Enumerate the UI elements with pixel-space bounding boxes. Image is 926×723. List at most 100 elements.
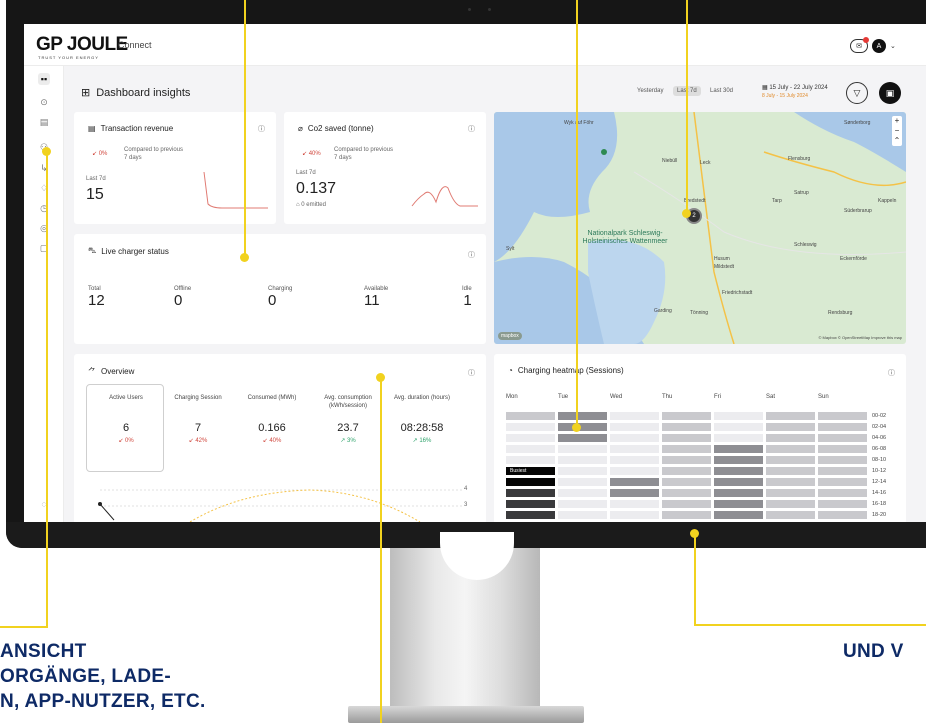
heatmap-cell[interactable] — [610, 467, 659, 475]
heatmap-cell[interactable] — [610, 456, 659, 464]
heatmap-cell[interactable] — [714, 467, 763, 475]
heatmap-cell[interactable] — [714, 478, 763, 486]
heatmap-cell[interactable] — [818, 478, 867, 486]
range-last-30d[interactable]: Last 30d — [710, 88, 733, 94]
chart-icon[interactable]: ↳ — [38, 162, 50, 174]
zoom-out-button[interactable]: − — [892, 126, 902, 136]
heatmap-cell[interactable] — [818, 489, 867, 497]
location-pin-icon[interactable]: ⊙ — [38, 96, 50, 108]
support-icon[interactable]: ◎ — [38, 222, 50, 234]
heatmap-cell[interactable] — [714, 511, 763, 519]
heatmap-cell[interactable] — [558, 467, 607, 475]
heatmap-cell[interactable] — [818, 456, 867, 464]
heatmap-cell[interactable] — [610, 500, 659, 508]
heatmap-cell[interactable] — [766, 434, 815, 442]
heatmap-cell[interactable] — [558, 456, 607, 464]
heatmap-cell[interactable] — [610, 445, 659, 453]
heatmap-cell[interactable] — [558, 434, 607, 442]
zoom-in-button[interactable]: + — [892, 116, 902, 126]
heatmap-cell[interactable] — [662, 423, 711, 431]
heatmap-cell[interactable] — [766, 467, 815, 475]
heatmap-cell[interactable] — [714, 489, 763, 497]
heatmap-cell[interactable] — [558, 500, 607, 508]
heatmap-cell[interactable] — [610, 511, 659, 519]
heatmap-cell[interactable] — [506, 412, 555, 420]
heatmap-cell[interactable] — [818, 467, 867, 475]
heatmap-cell[interactable] — [818, 511, 867, 519]
heatmap-cell[interactable] — [714, 456, 763, 464]
heatmap-cell[interactable] — [558, 511, 607, 519]
heatmap-cell[interactable] — [766, 489, 815, 497]
date-range-picker[interactable]: ▦ 15 July - 22 July 2024 8 July - 15 Jul… — [762, 84, 828, 100]
heatmap-cell[interactable] — [818, 434, 867, 442]
heatmap-cell[interactable] — [610, 478, 659, 486]
settings-icon[interactable]: ◷ — [38, 202, 50, 214]
heatmap-cell[interactable] — [610, 423, 659, 431]
tag-icon[interactable]: ♢ — [38, 182, 50, 194]
heatmap-cell[interactable] — [558, 445, 607, 453]
chevron-down-icon[interactable]: ⌄ — [890, 42, 896, 50]
heatmap-cell[interactable] — [818, 423, 867, 431]
heatmap-cell[interactable] — [662, 412, 711, 420]
info-icon[interactable]: ⓘ — [888, 368, 895, 378]
brand-logo[interactable]: GP JOULE — [36, 34, 128, 56]
heatmap-cell[interactable] — [818, 412, 867, 420]
heatmap-cell[interactable] — [506, 511, 555, 519]
range-yesterday[interactable]: Yesterday — [637, 88, 663, 94]
heatmap-cell[interactable] — [662, 456, 711, 464]
info-icon[interactable]: ⓘ — [468, 250, 475, 260]
filter-button[interactable]: ▽ — [846, 82, 868, 104]
metric-active-users[interactable]: Active Users — [96, 394, 156, 402]
heatmap-cell[interactable] — [766, 412, 815, 420]
heatmap-cell[interactable] — [714, 445, 763, 453]
heatmap-cell[interactable] — [506, 489, 555, 497]
heatmap-cell[interactable] — [506, 500, 555, 508]
heatmap-cell[interactable] — [818, 500, 867, 508]
metric-consumed[interactable]: Consumed (MWh) — [242, 394, 302, 402]
user-menu[interactable]: ✉ A ⌄ — [850, 37, 896, 53]
dashboard-icon[interactable]: ▪▪ — [38, 73, 50, 85]
heatmap-cell[interactable] — [662, 500, 711, 508]
notification-icon[interactable]: ✉ — [850, 37, 869, 53]
heatmap-cell[interactable] — [662, 489, 711, 497]
export-button[interactable]: ▣ — [879, 82, 901, 104]
charger-map[interactable]: Wyk auf Föhr Sønderborg Flensburg Niebül… — [494, 112, 906, 344]
heatmap-cell[interactable] — [766, 423, 815, 431]
compass-icon[interactable]: ⌃ — [892, 136, 902, 146]
heatmap-cell[interactable] — [610, 412, 659, 420]
heatmap-cell[interactable] — [610, 489, 659, 497]
docs-icon[interactable]: ▢ — [38, 242, 50, 254]
heatmap-cell[interactable] — [766, 511, 815, 519]
info-icon[interactable]: ⓘ — [258, 124, 265, 134]
heatmap-cell[interactable] — [558, 489, 607, 497]
heatmap-cell[interactable] — [714, 412, 763, 420]
heatmap-cell[interactable] — [662, 434, 711, 442]
heatmap-cell[interactable] — [506, 423, 555, 431]
heatmap-cell[interactable] — [558, 478, 607, 486]
heatmap-cell[interactable] — [558, 423, 607, 431]
heatmap-cell[interactable]: Busiest — [506, 467, 555, 475]
heatmap-cell[interactable] — [714, 423, 763, 431]
heatmap-cell[interactable] — [506, 434, 555, 442]
info-icon[interactable]: ⓘ — [468, 368, 475, 378]
heatmap-cell[interactable] — [766, 500, 815, 508]
metric-charging-session[interactable]: Charging Session — [168, 394, 228, 402]
heatmap-cell[interactable] — [506, 456, 555, 464]
heatmap-cell[interactable] — [714, 500, 763, 508]
help-icon[interactable]: ◌ — [38, 498, 50, 510]
heatmap-cell[interactable] — [662, 445, 711, 453]
heatmap-cell[interactable] — [662, 467, 711, 475]
heatmap-cell[interactable] — [766, 445, 815, 453]
heatmap-cell[interactable] — [766, 456, 815, 464]
heatmap-cell[interactable] — [714, 434, 763, 442]
heatmap-cell[interactable] — [766, 478, 815, 486]
heatmap-cell[interactable] — [506, 445, 555, 453]
heatmap-cell[interactable] — [506, 478, 555, 486]
avatar[interactable]: A — [872, 39, 886, 53]
info-icon[interactable]: ⓘ — [468, 124, 475, 134]
heatmap-cell[interactable] — [662, 511, 711, 519]
charger-icon[interactable]: ▤ — [38, 116, 50, 128]
heatmap-cell[interactable] — [818, 445, 867, 453]
heatmap-cell[interactable] — [558, 412, 607, 420]
heatmap-cell[interactable] — [662, 478, 711, 486]
